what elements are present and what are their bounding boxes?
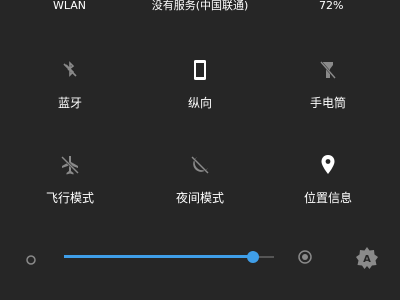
tile-night-mode[interactable]: 夜间模式 bbox=[140, 153, 260, 223]
brightness-row: A bbox=[0, 243, 400, 273]
brightness-slider[interactable] bbox=[64, 249, 274, 265]
airplane-off-icon bbox=[58, 153, 82, 177]
tile-label: 夜间模式 bbox=[175, 191, 224, 205]
location-pin-icon bbox=[316, 153, 340, 177]
tile-bluetooth[interactable]: 蓝牙 bbox=[10, 58, 130, 128]
portrait-phone-icon bbox=[188, 58, 212, 82]
brightness-low-icon bbox=[25, 251, 37, 265]
tile-label: 飞行模式 bbox=[45, 191, 94, 205]
tile-location[interactable]: 位置信息 bbox=[268, 153, 388, 223]
tile-orientation[interactable]: 纵向 bbox=[140, 58, 260, 128]
battery-status: 72% bbox=[319, 0, 344, 12]
night-mode-off-icon bbox=[188, 153, 212, 177]
slider-fill bbox=[64, 255, 253, 258]
tile-flashlight[interactable]: 手电筒 bbox=[268, 58, 388, 128]
tile-label: 位置信息 bbox=[303, 191, 352, 205]
tile-label: 手电筒 bbox=[309, 96, 346, 110]
tile-label: 纵向 bbox=[187, 96, 212, 110]
brightness-high-icon bbox=[297, 249, 313, 265]
slider-thumb[interactable] bbox=[247, 251, 259, 263]
tile-label: 蓝牙 bbox=[57, 96, 82, 110]
status-bar: WLAN 没有服务(中国联通) 72% bbox=[0, 0, 400, 16]
svg-text:A: A bbox=[363, 254, 371, 265]
auto-brightness-icon[interactable]: A bbox=[355, 246, 379, 270]
bluetooth-off-icon bbox=[58, 58, 82, 82]
tile-airplane-mode[interactable]: 飞行模式 bbox=[10, 153, 130, 223]
flashlight-off-icon bbox=[316, 58, 340, 82]
